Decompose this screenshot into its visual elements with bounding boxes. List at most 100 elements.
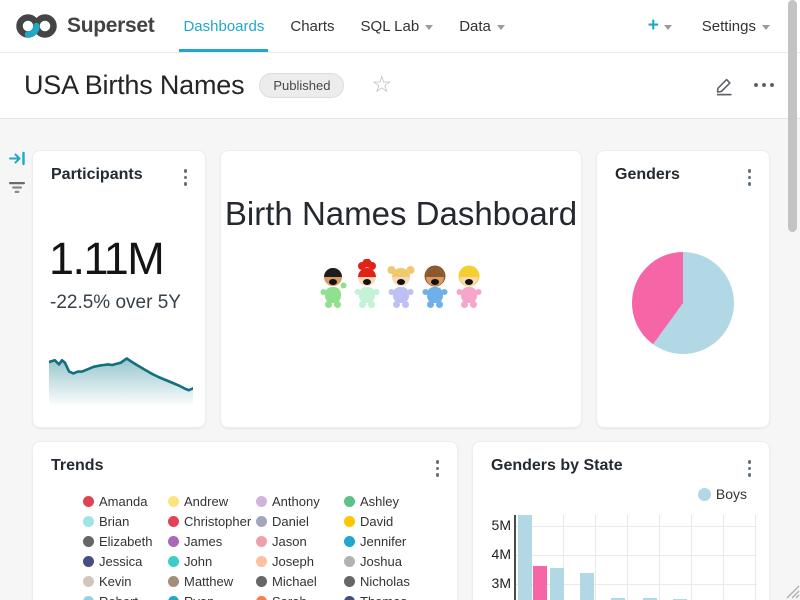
- card-title: Genders by State: [491, 457, 623, 475]
- vertical-scrollbar[interactable]: [788, 0, 797, 232]
- nav-item-label: Charts: [290, 18, 334, 35]
- legend-dot: [83, 576, 94, 587]
- legend-item-michael[interactable]: Michael: [256, 575, 344, 588]
- main-nav: Dashboards Charts SQL Lab Data: [170, 0, 517, 52]
- legend-item-james[interactable]: James: [168, 535, 256, 548]
- legend-dot: [698, 488, 711, 501]
- bar-2[interactable]: [533, 566, 547, 600]
- legend-item-kevin[interactable]: Kevin: [83, 575, 168, 588]
- settings-label: Settings: [702, 18, 756, 35]
- nav-item-charts[interactable]: Charts: [277, 0, 347, 52]
- expand-filter-bar-icon[interactable]: [9, 151, 26, 171]
- legend-dot: [83, 496, 94, 507]
- legend-item-anthony[interactable]: Anthony: [256, 495, 344, 508]
- bar-3[interactable]: [550, 568, 564, 600]
- legend-item-ryan[interactable]: Ryan: [168, 595, 256, 600]
- legend-item-amanda[interactable]: Amanda: [83, 495, 168, 508]
- legend-dot: [168, 536, 179, 547]
- legend-dot: [83, 556, 94, 567]
- legend-item-ashley[interactable]: Ashley: [344, 495, 432, 508]
- settings-menu[interactable]: Settings: [702, 18, 770, 35]
- legend-dot: [168, 556, 179, 567]
- legend-item-david[interactable]: David: [344, 515, 432, 528]
- legend-label: Michael: [272, 575, 317, 588]
- nav-item-data[interactable]: Data: [446, 0, 518, 52]
- legend-item-jennifer[interactable]: Jennifer: [344, 535, 432, 548]
- kebab-menu-icon[interactable]: [744, 166, 756, 189]
- legend-item-joshua[interactable]: Joshua: [344, 555, 432, 568]
- legend-item-joseph[interactable]: Joseph: [256, 555, 344, 568]
- legend-item-jessica[interactable]: Jessica: [83, 555, 168, 568]
- published-badge[interactable]: Published: [259, 73, 344, 98]
- legend-label: Andrew: [184, 495, 228, 508]
- legend-item-jason[interactable]: Jason: [256, 535, 344, 548]
- legend-item-elizabeth[interactable]: Elizabeth: [83, 535, 168, 548]
- legend-label: Elizabeth: [99, 535, 152, 548]
- legend-item-brian[interactable]: Brian: [83, 515, 168, 528]
- legend-item-john[interactable]: John: [168, 555, 256, 568]
- legend-label: Amanda: [99, 495, 147, 508]
- legend-dot: [168, 576, 179, 587]
- legend-dot: [344, 496, 355, 507]
- legend-label: Ashley: [360, 495, 399, 508]
- legend-dot: [344, 556, 355, 567]
- legend-item-matthew[interactable]: Matthew: [168, 575, 256, 588]
- participants-sparkline-chart[interactable]: [49, 344, 193, 404]
- legend-dot: [256, 496, 267, 507]
- nav-item-sql-lab[interactable]: SQL Lab: [348, 0, 447, 52]
- legend-item-sarah[interactable]: Sarah: [256, 595, 344, 600]
- legend-label: Boys: [716, 486, 747, 502]
- brand-name[interactable]: Superset: [67, 14, 154, 38]
- dashboard-title: USA Births Names: [24, 70, 244, 101]
- legend-item-nicholas[interactable]: Nicholas: [344, 575, 432, 588]
- legend-label: Jason: [272, 535, 307, 548]
- genders-card: Genders: [596, 150, 770, 428]
- card-title: Trends: [51, 457, 103, 475]
- card-title: Participants: [51, 166, 143, 184]
- legend-dot: [344, 536, 355, 547]
- legend-label: Matthew: [184, 575, 233, 588]
- genders-pie-chart[interactable]: [632, 252, 734, 354]
- new-item-button[interactable]: +: [648, 15, 672, 37]
- bar-1[interactable]: [518, 515, 532, 600]
- legend-dot: [344, 596, 355, 600]
- legend-dot: [344, 576, 355, 587]
- legend-item-christopher[interactable]: Christopher: [168, 515, 256, 528]
- superset-logo-icon[interactable]: [14, 10, 60, 42]
- legend-label: Brian: [99, 515, 129, 528]
- edit-pencil-icon[interactable]: [714, 75, 734, 96]
- legend-item-boys[interactable]: Boys: [698, 486, 747, 502]
- legend-label: Thomas: [360, 595, 407, 600]
- legend-label: Robert: [99, 595, 138, 600]
- nav-item-label: Dashboards: [183, 18, 264, 35]
- legend-label: Ryan: [184, 595, 214, 600]
- legend-label: Joseph: [272, 555, 314, 568]
- bar-4[interactable]: [580, 573, 594, 600]
- kebab-menu-icon[interactable]: [180, 166, 192, 189]
- chevron-down-icon: [425, 25, 433, 30]
- favorite-star-icon[interactable]: ☆: [371, 73, 392, 96]
- legend-label: Jessica: [99, 555, 142, 568]
- legend-dot: [256, 576, 267, 587]
- legend-label: Kevin: [99, 575, 132, 588]
- legend-item-thomas[interactable]: Thomas: [344, 595, 432, 600]
- nav-item-dashboards[interactable]: Dashboards: [170, 0, 277, 52]
- more-actions-icon[interactable]: [754, 79, 774, 91]
- legend-label: Anthony: [272, 495, 320, 508]
- genders-by-state-bar-chart[interactable]: [514, 515, 757, 600]
- kebab-menu-icon[interactable]: [744, 457, 756, 480]
- chevron-down-icon: [664, 25, 672, 30]
- legend-item-robert[interactable]: Robert: [83, 595, 168, 600]
- legend-dot: [256, 596, 267, 600]
- headline-card: Birth Names Dashboard: [220, 150, 582, 428]
- legend-item-daniel[interactable]: Daniel: [256, 515, 344, 528]
- babies-illustration: [316, 259, 486, 311]
- filter-list-icon[interactable]: [8, 181, 26, 199]
- kebab-menu-icon[interactable]: [432, 457, 444, 480]
- legend-item-andrew[interactable]: Andrew: [168, 495, 256, 508]
- card-title: Genders: [615, 166, 680, 184]
- resize-grip-icon[interactable]: [783, 582, 800, 600]
- legend-label: Jennifer: [360, 535, 406, 548]
- y-axis-tick-5m: 5M: [477, 517, 511, 533]
- nav-item-label: SQL Lab: [361, 18, 420, 35]
